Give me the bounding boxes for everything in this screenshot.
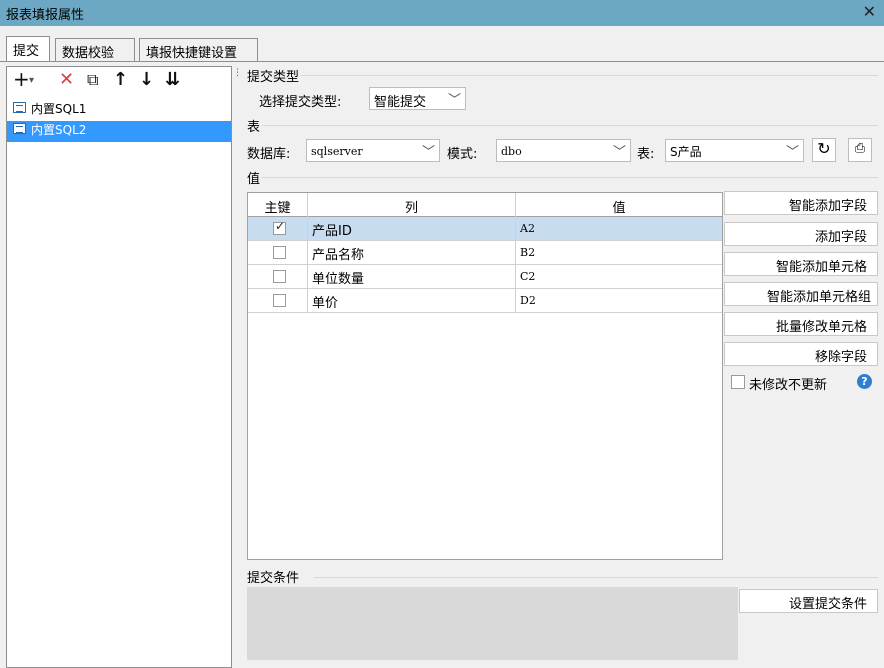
chevron-down-icon: ﹀ <box>421 145 435 160</box>
no-update-unmodified-label: 未修改不更新 <box>749 378 828 393</box>
title-bar: 报表填报属性 ✕ <box>0 0 884 26</box>
table-select[interactable]: S产品 ﹀ <box>665 139 804 162</box>
preview-button[interactable]: ⎙ <box>848 138 872 162</box>
table-heading: 表 <box>247 116 263 135</box>
remove-field-button[interactable]: 移除字段 <box>724 342 878 366</box>
batch-modify-cell-button[interactable]: 批量修改单元格 <box>724 312 878 336</box>
window-title: 报表填报属性 <box>6 8 85 23</box>
column-cell[interactable]: 单价 <box>308 289 516 312</box>
chevron-down-icon: ﹀ <box>785 145 799 160</box>
column-cell[interactable]: 产品名称 <box>308 241 516 264</box>
column-cell[interactable]: 单位数量 <box>308 265 516 288</box>
primary-key-checkbox[interactable] <box>273 246 286 259</box>
no-update-unmodified-checkbox[interactable] <box>731 375 745 389</box>
add-dropdown-icon[interactable]: ▾ <box>29 75 34 86</box>
add-icon[interactable]: + <box>13 67 30 91</box>
help-icon[interactable]: ? <box>857 374 872 389</box>
panel-splitter[interactable]: ⋮ <box>232 66 242 668</box>
submit-type-group <box>247 75 878 76</box>
tab-data-validation[interactable]: 数据校验 <box>55 38 135 62</box>
smart-add-cell-button[interactable]: 智能添加单元格 <box>724 252 878 276</box>
submit-type-label: 选择提交类型: <box>259 95 342 110</box>
move-up-icon[interactable]: ↑ <box>113 69 128 90</box>
sql-list-panel: + ▾ ✕ ⧉ ↑ ↓ ⇊ 内置SQL1 内置SQL2 <box>6 66 232 668</box>
key-cell <box>248 241 308 264</box>
chevron-down-icon: ﹀ <box>447 93 461 108</box>
table-row[interactable]: 产品名称 B2 <box>248 241 722 265</box>
table-row[interactable]: 单价 D2 <box>248 289 722 313</box>
delete-icon[interactable]: ✕ <box>59 69 74 90</box>
tab-divider <box>0 61 884 62</box>
column-cell[interactable]: 产品ID <box>308 217 516 240</box>
table-header: 主键 列 值 <box>248 193 722 217</box>
move-down-icon[interactable]: ↓ <box>139 69 154 90</box>
submit-type-value: 智能提交 <box>374 95 427 110</box>
table-value: S产品 <box>670 145 702 159</box>
submit-type-heading: 提交类型 <box>247 66 302 85</box>
table-row[interactable]: 产品ID A2 <box>248 217 722 241</box>
tree-item-label: 内置SQL2 <box>31 123 87 137</box>
database-value: sqlserver <box>311 145 363 158</box>
sql-table-icon <box>13 123 26 134</box>
tab-submit[interactable]: 提交 <box>6 36 50 62</box>
smart-add-field-button[interactable]: 智能添加字段 <box>724 191 878 215</box>
condition-display-area <box>247 587 738 660</box>
primary-key-checkbox[interactable] <box>273 294 286 307</box>
tree-item-label: 内置SQL1 <box>31 102 87 116</box>
primary-key-checkbox[interactable] <box>273 270 286 283</box>
table-row[interactable]: 单位数量 C2 <box>248 265 722 289</box>
schema-label: 模式: <box>447 147 478 162</box>
submit-type-select[interactable]: 智能提交 ﹀ <box>369 87 466 110</box>
tab-shortcut-settings[interactable]: 填报快捷键设置 <box>139 38 258 62</box>
copy-icon[interactable]: ⧉ <box>87 70 98 90</box>
database-label: 数据库: <box>247 147 291 162</box>
key-cell <box>248 265 308 288</box>
value-cell[interactable]: C2 <box>516 265 722 288</box>
key-cell <box>248 289 308 312</box>
column-header-key[interactable]: 主键 <box>248 193 308 217</box>
value-cell[interactable]: A2 <box>516 217 722 240</box>
chevron-down-icon: ﹀ <box>612 145 626 160</box>
value-cell[interactable]: D2 <box>516 289 722 312</box>
tree-item-sql1[interactable]: 内置SQL1 <box>7 100 231 121</box>
value-cell[interactable]: B2 <box>516 241 722 264</box>
key-cell <box>248 217 308 240</box>
schema-select[interactable]: dbo ﹀ <box>496 139 631 162</box>
values-group <box>262 177 878 178</box>
condition-heading: 提交条件 <box>247 567 302 586</box>
move-bottom-icon[interactable]: ⇊ <box>165 69 180 90</box>
splitter-grip-icon: ⋮ <box>233 68 242 78</box>
primary-key-checkbox[interactable] <box>273 219 286 235</box>
table-group <box>262 125 878 126</box>
add-field-button[interactable]: 添加字段 <box>724 222 878 246</box>
database-select[interactable]: sqlserver ﹀ <box>306 139 440 162</box>
condition-group <box>314 577 878 578</box>
smart-add-cell-group-button[interactable]: 智能添加单元格组 <box>724 282 878 306</box>
sql-table-icon <box>13 102 26 113</box>
refresh-button[interactable]: ↻ <box>812 138 836 162</box>
tree-item-sql2[interactable]: 内置SQL2 <box>7 121 231 142</box>
column-header-column[interactable]: 列 <box>308 193 516 217</box>
refresh-icon: ↻ <box>817 139 831 158</box>
column-header-value[interactable]: 值 <box>516 193 722 217</box>
table-label: 表: <box>637 147 655 162</box>
preview-icon: ⎙ <box>854 141 866 156</box>
field-table: 主键 列 值 产品ID A2 产品名称 B2 单位数量 C2 单价 D2 <box>247 192 723 560</box>
schema-value: dbo <box>501 145 522 158</box>
list-toolbar: + ▾ ✕ ⧉ ↑ ↓ ⇊ <box>7 67 231 95</box>
values-heading: 值 <box>247 168 263 187</box>
set-condition-button[interactable]: 设置提交条件 <box>739 589 878 613</box>
close-icon[interactable]: ✕ <box>863 2 876 21</box>
